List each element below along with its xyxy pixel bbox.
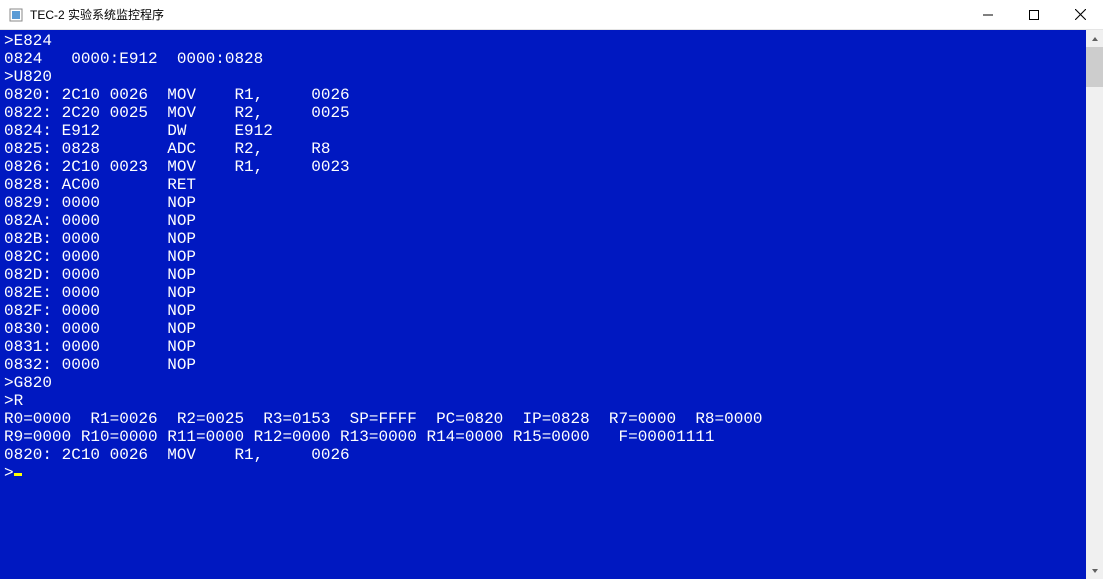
console-line: 0820: 2C10 0026 MOV R1, 0026 [4, 86, 1082, 104]
titlebar: TEC-2 实验系统监控程序 [0, 0, 1103, 30]
window-controls [965, 0, 1103, 29]
scroll-thumb[interactable] [1086, 47, 1103, 87]
console-line: 0822: 2C20 0025 MOV R2, 0025 [4, 104, 1082, 122]
console-line: 0831: 0000 NOP [4, 338, 1082, 356]
console-line: 0824 0000:E912 0000:0828 [4, 50, 1082, 68]
console-line: 082E: 0000 NOP [4, 284, 1082, 302]
console-line: R9=0000 R10=0000 R11=0000 R12=0000 R13=0… [4, 428, 1082, 446]
console-line: 0825: 0828 ADC R2, R8 [4, 140, 1082, 158]
console-line: 082A: 0000 NOP [4, 212, 1082, 230]
console-line: 082F: 0000 NOP [4, 302, 1082, 320]
console-line: >E824 [4, 32, 1082, 50]
maximize-button[interactable] [1011, 0, 1057, 29]
scroll-track[interactable] [1086, 47, 1103, 562]
console-line: 0820: 2C10 0026 MOV R1, 0026 [4, 446, 1082, 464]
cursor [14, 473, 22, 476]
scroll-down-arrow[interactable] [1086, 562, 1103, 579]
minimize-button[interactable] [965, 0, 1011, 29]
vertical-scrollbar[interactable] [1086, 30, 1103, 579]
console-output[interactable]: >E8240824 0000:E912 0000:0828>U8200820: … [0, 30, 1086, 579]
console-line: R0=0000 R1=0026 R2=0025 R3=0153 SP=FFFF … [4, 410, 1082, 428]
app-icon [8, 7, 24, 23]
close-button[interactable] [1057, 0, 1103, 29]
console-line: 082C: 0000 NOP [4, 248, 1082, 266]
console-line: 082D: 0000 NOP [4, 266, 1082, 284]
console-line: 0824: E912 DW E912 [4, 122, 1082, 140]
console-line: 082B: 0000 NOP [4, 230, 1082, 248]
console-line: 0828: AC00 RET [4, 176, 1082, 194]
scroll-up-arrow[interactable] [1086, 30, 1103, 47]
console-prompt-line: > [4, 464, 1082, 482]
console-line: 0826: 2C10 0023 MOV R1, 0023 [4, 158, 1082, 176]
console-line: >G820 [4, 374, 1082, 392]
console-line: >R [4, 392, 1082, 410]
console-line: 0832: 0000 NOP [4, 356, 1082, 374]
prompt-char: > [4, 464, 14, 482]
window-title: TEC-2 实验系统监控程序 [30, 6, 965, 23]
console-line: >U820 [4, 68, 1082, 86]
console-line: 0830: 0000 NOP [4, 320, 1082, 338]
console-area: >E8240824 0000:E912 0000:0828>U8200820: … [0, 30, 1103, 579]
console-line: 0829: 0000 NOP [4, 194, 1082, 212]
